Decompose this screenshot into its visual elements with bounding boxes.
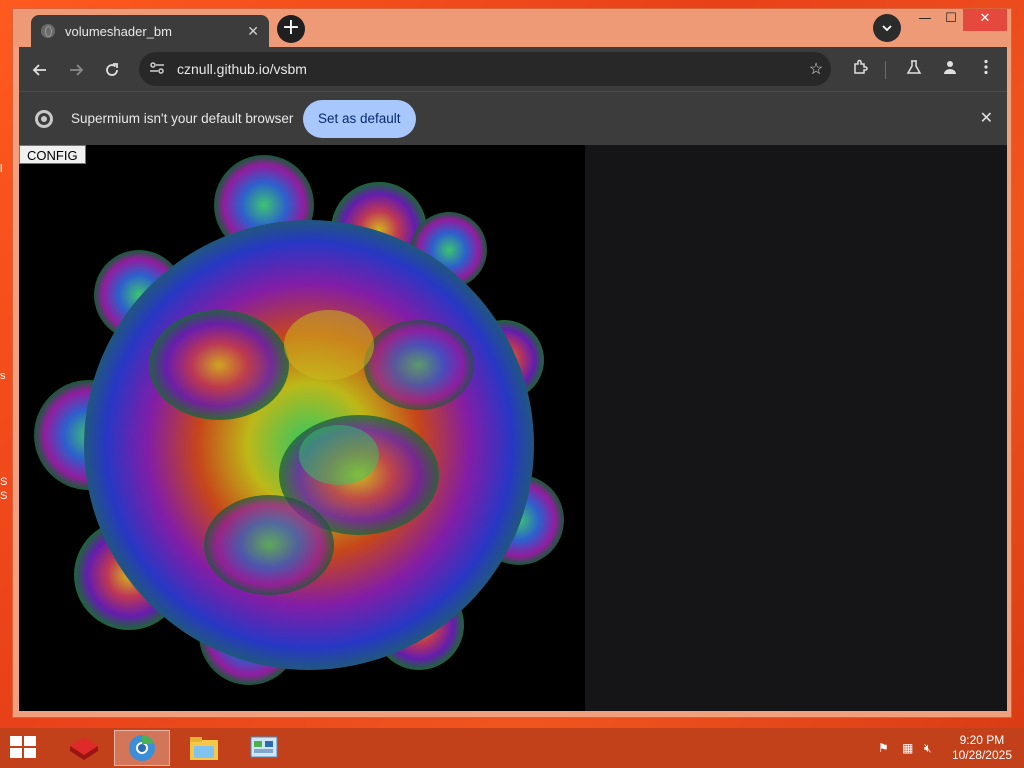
taskbar: ⚑ ▦ 🔇︎ 9:20 PM 10/28/2025 (0, 728, 1024, 768)
desktop-icon-label-fragment: S (0, 476, 8, 488)
clock-time: 9:20 PM (959, 733, 1005, 747)
site-info-icon[interactable] (149, 61, 169, 77)
infobar-close-icon[interactable]: ✕ (980, 108, 993, 128)
volume-muted-icon[interactable]: 🔇︎ (924, 741, 932, 756)
labs-flask-icon[interactable] (901, 57, 927, 83)
bookmark-star-icon[interactable]: ☆ (801, 59, 831, 79)
windows-start-icon[interactable] (10, 736, 38, 760)
browser-window: volumeshader_bm ✕ + — ☐ ✕ cznull.github.… (12, 8, 1012, 718)
clock-date: 10/28/2025 (951, 748, 1012, 762)
browser-icon (129, 735, 155, 761)
extensions-icon[interactable] (847, 57, 873, 83)
close-tab-icon[interactable]: ✕ (247, 23, 259, 40)
globe-icon (41, 24, 55, 38)
chevron-down-icon (882, 25, 892, 32)
control-panel-icon (250, 736, 278, 758)
action-center-flag-icon[interactable]: ⚑ (878, 741, 889, 755)
taskbar-app-control-panel[interactable] (236, 730, 292, 766)
arrow-right-icon (70, 64, 84, 76)
browser-logo-icon (35, 110, 53, 128)
browser-toolbar: cznull.github.io/vsbm ☆ (19, 47, 1007, 91)
clock[interactable]: 9:20 PM 10/28/2025 (952, 733, 1012, 763)
infobar-message: Supermium isn't your default browser (71, 111, 294, 126)
set-as-default-button[interactable]: Set as default (303, 100, 416, 138)
maximize-button[interactable]: ☐ (937, 9, 965, 31)
minimize-button[interactable]: — (911, 9, 939, 31)
desktop-icon-label-fragment: s (0, 370, 6, 382)
config-button[interactable]: CONFIG (19, 145, 86, 164)
default-browser-infobar: Supermium isn't your default browser Set… (19, 91, 1007, 145)
file-explorer-icon (190, 737, 218, 760)
url-text[interactable]: cznull.github.io/vsbm (177, 61, 801, 77)
app-red-icon (70, 737, 98, 760)
arrow-left-icon (32, 64, 46, 76)
menu-kebab-icon[interactable] (973, 57, 999, 83)
tab-volumeshader[interactable]: volumeshader_bm ✕ (31, 15, 269, 47)
reload-button[interactable] (99, 57, 125, 83)
profile-icon[interactable] (937, 57, 963, 83)
close-window-button[interactable]: ✕ (963, 9, 1007, 31)
back-button[interactable] (27, 57, 53, 83)
network-icon[interactable]: ▦ (902, 741, 913, 755)
tab-search-button[interactable] (873, 14, 901, 42)
taskbar-app-browser[interactable] (114, 730, 170, 766)
taskbar-app-files[interactable] (176, 730, 232, 766)
desktop-icon-label-fragment: S (0, 490, 8, 502)
desktop-icon-label-fragment: l (0, 163, 3, 175)
page-content: CONFIG (19, 145, 1007, 711)
toolbar-divider (885, 61, 886, 79)
address-bar[interactable]: cznull.github.io/vsbm ☆ (139, 52, 831, 86)
system-tray: ⚑ ▦ 🔇︎ 9:20 PM 10/28/2025 (864, 728, 1024, 768)
reload-icon (106, 63, 118, 76)
shader-canvas[interactable]: CONFIG (19, 145, 585, 711)
tab-strip: volumeshader_bm ✕ + — ☐ ✕ (13, 9, 1011, 47)
new-tab-button[interactable]: + (277, 15, 305, 43)
mandelbulb-render-image (19, 145, 585, 711)
tab-title: volumeshader_bm (65, 23, 172, 39)
forward-button[interactable] (63, 57, 89, 83)
taskbar-app-red[interactable] (56, 730, 112, 766)
